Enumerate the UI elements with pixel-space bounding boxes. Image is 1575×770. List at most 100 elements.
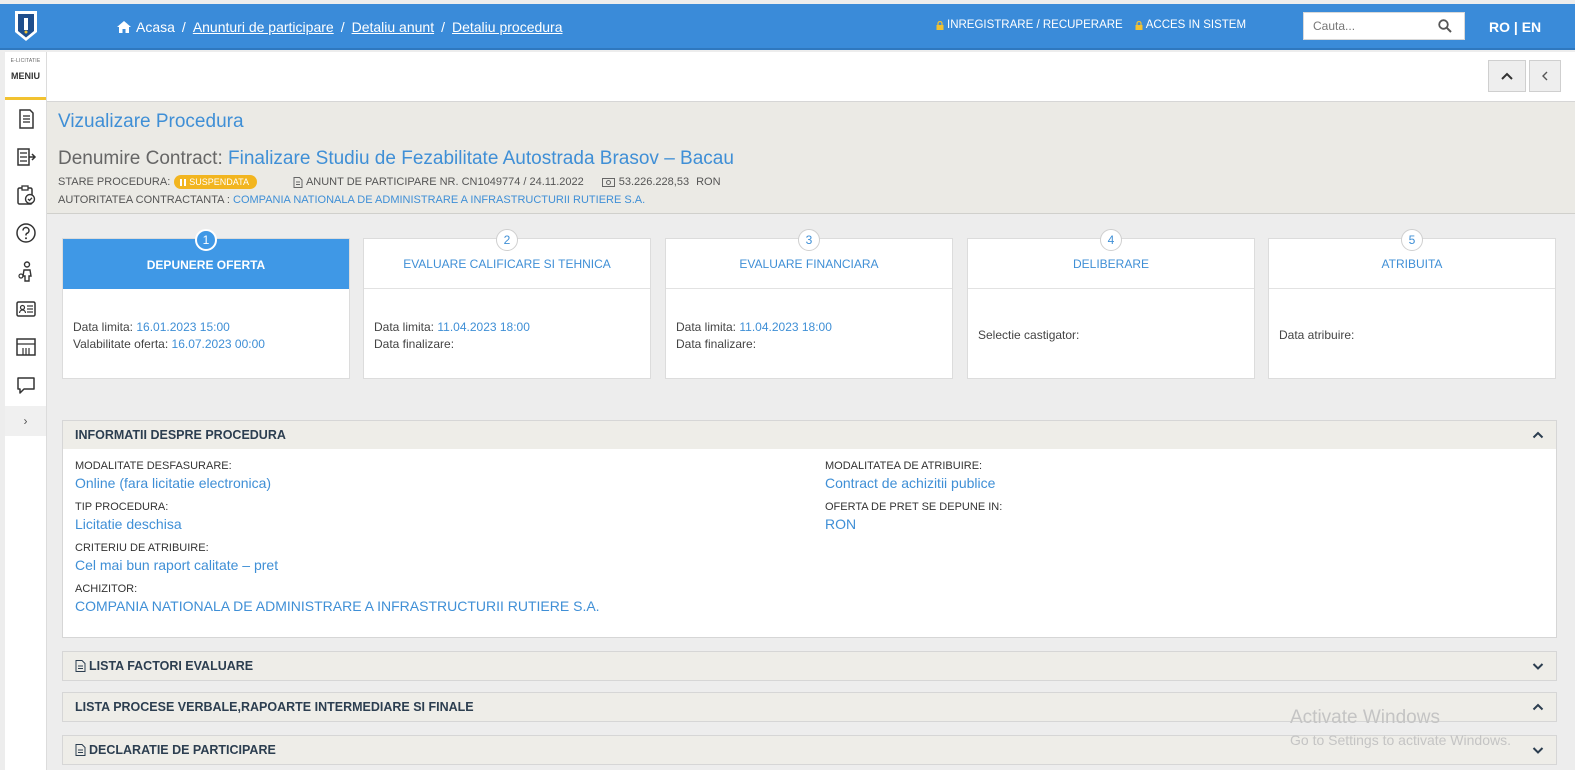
sidebar-item-id-card[interactable] [5, 290, 46, 328]
pause-icon [180, 178, 187, 186]
chevron-down-icon[interactable] [1532, 660, 1544, 672]
sidebar-menu-label[interactable]: MENIU [5, 71, 46, 81]
id-card-icon [15, 301, 36, 317]
breadcrumb-detaliu-anunt[interactable]: Detaliu anunt [352, 19, 435, 35]
field-value: Cel mai bun raport calitate – pret [75, 557, 279, 573]
sidebar-expand-toggle[interactable]: › [5, 406, 46, 436]
step-field-label: Data atribuire: [1279, 328, 1355, 342]
sidebar-item-operators[interactable] [5, 252, 46, 290]
authority-name[interactable]: COMPANIA NATIONALA DE ADMINISTRARE A INF… [233, 194, 645, 206]
step-number: 2 [496, 229, 518, 251]
activation-watermark-subtitle: Go to Settings to activate Windows. [1290, 732, 1511, 748]
value-amount: 53.226.228,53 [618, 176, 690, 188]
lock-icon [936, 20, 944, 30]
document-icon [293, 176, 303, 188]
chevron-down-icon[interactable] [1532, 744, 1544, 756]
step-field-label: Data limita: [73, 320, 134, 334]
site-logo[interactable] [13, 10, 39, 42]
sidebar-item-help[interactable] [5, 214, 46, 252]
field-tip-procedura: TIP PROCEDURA: Licitatie deschisa [75, 501, 182, 532]
status-badge-text: SUSPENDATA [189, 177, 249, 187]
step-field-value: 16.01.2023 15:00 [136, 320, 230, 334]
chat-icon [16, 377, 35, 394]
breadcrumb-home[interactable]: Acasa [136, 19, 175, 35]
procedure-info-body: MODALITATE DESFASURARE: Online (fara lic… [63, 449, 1556, 637]
page-title: Vizualizare Procedura [58, 111, 244, 132]
step-number: 4 [1100, 229, 1122, 251]
left-sidebar: E-LICITATIE MENIU › [5, 52, 47, 770]
auth-links: INREGISTRARE / RECUPERARE ACCES IN SISTE… [936, 19, 1246, 31]
step-deliberare[interactable]: 4 DELIBERARE Selectie castigator: [967, 229, 1255, 379]
collapse-panel-button[interactable] [1529, 60, 1561, 92]
step-depunere-oferta[interactable]: 1 DEPUNERE OFERTA Data limita: 16.01.202… [62, 229, 350, 379]
list-arrow-icon [16, 148, 36, 166]
notice-info: ANUNT DE PARTICIPARE NR. CN1049774 / 24.… [293, 176, 584, 188]
search-icon[interactable] [1438, 19, 1452, 33]
breadcrumb-separator: / [340, 19, 345, 35]
estimated-value: 53.226.228,53 RON [601, 176, 721, 188]
step-field-label: Valabilitate oferta: [73, 337, 169, 351]
field-oferta-pret: OFERTA DE PRET SE DEPUNE IN: RON [825, 501, 1002, 532]
field-label: TIP PROCEDURA: [75, 501, 169, 513]
sidebar-item-messages[interactable] [5, 366, 46, 404]
breadcrumb-anunturi[interactable]: Anunturi de participare [193, 19, 334, 35]
register-label: INREGISTRARE / RECUPERARE [947, 19, 1123, 31]
sidebar-item-clipboard[interactable] [5, 176, 46, 214]
step-number: 3 [798, 229, 820, 251]
panel-title: INFORMATII DESPRE PROCEDURA [75, 428, 286, 442]
field-modalitatea-atribuire: MODALITATEA DE ATRIBUIRE: Contract de ac… [825, 460, 995, 491]
authority-label: AUTORITATEA CONTRACTANTA : [58, 194, 230, 206]
step-body: Data atribuire: [1269, 289, 1555, 344]
section-title: LISTA FACTORI EVALUARE [89, 659, 254, 673]
step-evaluare-calificare[interactable]: 2 EVALUARE CALIFICARE SI TEHNICA Data li… [363, 229, 651, 379]
search-box [1303, 12, 1465, 40]
section-title: DECLARATIE DE PARTICIPARE [89, 743, 276, 757]
step-field-label: Data limita: [374, 320, 435, 334]
register-link[interactable]: INREGISTRARE / RECUPERARE [936, 19, 1123, 31]
step-atribuita[interactable]: 5 ATRIBUITA Data atribuire: [1268, 229, 1556, 379]
breadcrumb-detaliu-procedura[interactable]: Detaliu procedura [452, 19, 563, 35]
section-title: LISTA PROCESE VERBALE,RAPOARTE INTERMEDI… [75, 700, 474, 714]
step-body: Data limita: 16.01.2023 15:00 Valabilita… [63, 289, 349, 353]
section-header[interactable]: LISTA FACTORI EVALUARE [63, 652, 1556, 680]
contract-label: Denumire Contract: [58, 148, 223, 169]
step-field-label: Data limita: [676, 320, 737, 334]
language-switcher[interactable]: RO | EN [1489, 19, 1541, 35]
field-value[interactable]: COMPANIA NATIONALA DE ADMINISTRARE A INF… [75, 598, 600, 614]
field-label: MODALITATEA DE ATRIBUIRE: [825, 460, 983, 472]
login-link[interactable]: ACCES IN SISTEM [1135, 19, 1246, 31]
contract-title: Denumire Contract: Finalizare Studiu de … [58, 148, 734, 170]
lock-icon [1135, 20, 1143, 30]
step-field-label: Data finalizare: [676, 337, 757, 351]
activation-watermark-title: Activate Windows [1290, 707, 1440, 728]
sidebar-item-list[interactable] [5, 138, 46, 176]
procedure-header: Vizualizare Procedura Denumire Contract:… [47, 102, 1575, 214]
page-toolbar [47, 52, 1575, 102]
step-field-value: 11.04.2023 18:00 [739, 320, 832, 334]
document-icon [75, 744, 86, 756]
breadcrumb-separator: / [441, 19, 445, 35]
step-field-value: 11.04.2023 18:00 [437, 320, 530, 334]
chevron-up-icon[interactable] [1532, 701, 1544, 713]
chevron-up-icon[interactable] [1532, 429, 1544, 441]
field-value: RON [825, 516, 857, 532]
notice-number: ANUNT DE PARTICIPARE NR. CN1049774 / 24.… [305, 176, 584, 188]
sidebar-item-archive[interactable] [5, 328, 46, 366]
home-icon[interactable] [116, 20, 132, 34]
person-icon [17, 261, 32, 282]
step-field-value: 16.07.2023 00:00 [171, 337, 265, 351]
field-label: OFERTA DE PRET SE DEPUNE IN: [825, 501, 1003, 513]
field-modalitate-desfasurare: MODALITATE DESFASURARE: Online (fara lic… [75, 460, 271, 491]
document-icon [18, 109, 34, 129]
value-currency: RON [696, 176, 721, 188]
step-field-label: Selectie castigator: [978, 328, 1080, 342]
search-input[interactable] [1304, 13, 1434, 39]
field-label: MODALITATE DESFASURARE: [75, 460, 232, 472]
contract-name: Finalizare Studiu de Fezabilitate Autost… [228, 148, 734, 169]
procedure-info-header[interactable]: INFORMATII DESPRE PROCEDURA [63, 421, 1556, 449]
field-value: Contract de achizitii publice [825, 475, 996, 491]
step-evaluare-financiara[interactable]: 3 EVALUARE FINANCIARA Data limita: 11.04… [665, 229, 953, 379]
sidebar-item-documents[interactable] [5, 100, 46, 138]
contracting-authority: AUTORITATEA CONTRACTANTA : COMPANIA NATI… [58, 194, 645, 206]
scroll-top-button[interactable] [1488, 60, 1526, 92]
